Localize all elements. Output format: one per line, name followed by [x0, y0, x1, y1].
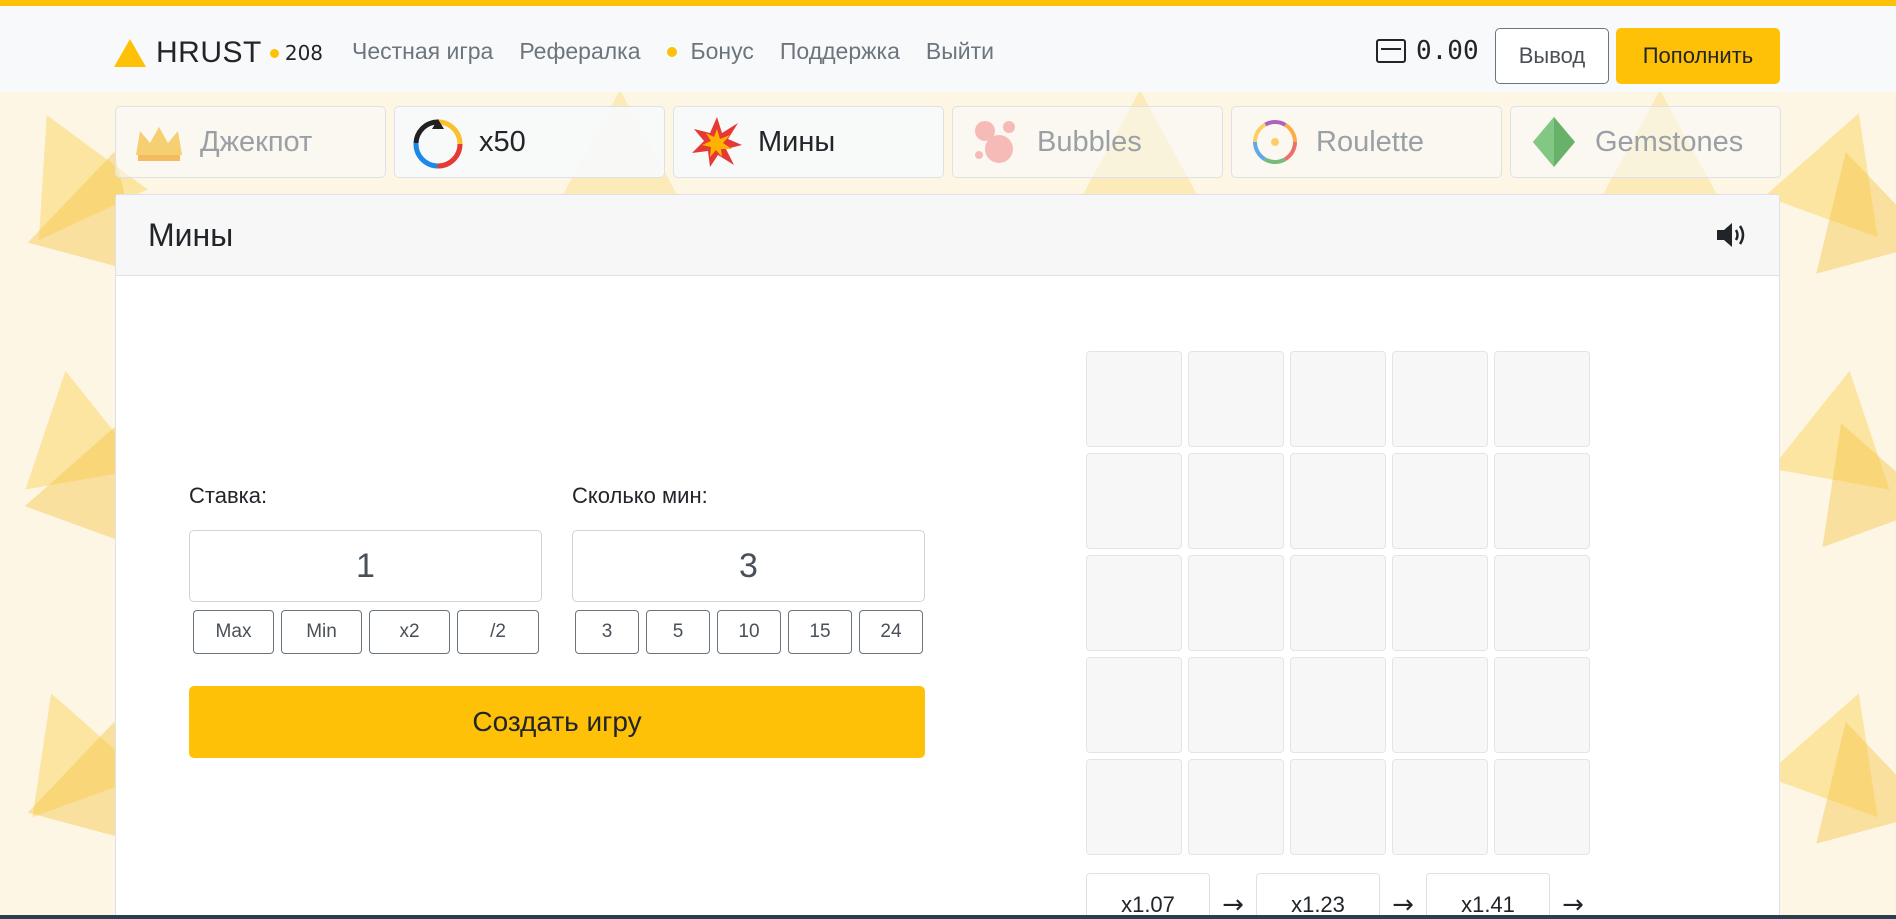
mine-cell[interactable] — [1290, 555, 1386, 651]
mines-grid — [1086, 351, 1590, 855]
logo[interactable]: HRUST 208 — [114, 36, 323, 70]
mines-preset-button[interactable]: 3 — [575, 610, 639, 654]
mines-game-panel: Мины Ставка: Max Min x2 /2 Сколько мин: … — [115, 194, 1780, 919]
mine-cell[interactable] — [1290, 453, 1386, 549]
bet-input[interactable] — [189, 530, 542, 602]
mine-cell[interactable] — [1494, 657, 1590, 753]
bet-double-button[interactable]: x2 — [369, 610, 450, 654]
tab-label: Мины — [758, 125, 836, 158]
mine-cell[interactable] — [1188, 555, 1284, 651]
tab-label: x50 — [479, 125, 526, 158]
mine-cell[interactable] — [1188, 351, 1284, 447]
tab-label: Bubbles — [1037, 125, 1142, 158]
mine-cell[interactable] — [1290, 759, 1386, 855]
crown-icon — [136, 127, 182, 161]
balance-value: 0.00 — [1416, 36, 1479, 66]
nav-label: Честная игра — [352, 38, 494, 64]
mine-cell[interactable] — [1494, 555, 1590, 651]
tab-jackpot[interactable]: Джекпот — [115, 106, 386, 178]
tab-bubbles[interactable]: Bubbles — [952, 106, 1223, 178]
nav-label: Рефералка — [519, 38, 641, 64]
mine-cell[interactable] — [1290, 351, 1386, 447]
online-count: 208 — [284, 41, 324, 65]
top-header: HRUST 208 Честная игра Рефералка Бонус П… — [0, 6, 1896, 92]
tab-roulette[interactable]: Roulette — [1231, 106, 1502, 178]
tab-mines[interactable]: Мины — [673, 106, 944, 178]
mines-preset-button[interactable]: 15 — [788, 610, 852, 654]
deposit-button[interactable]: Пополнить — [1616, 28, 1780, 84]
mine-cell[interactable] — [1086, 351, 1182, 447]
mine-cell[interactable] — [1392, 555, 1488, 651]
mine-cell[interactable] — [1086, 759, 1182, 855]
explosion-icon — [692, 117, 742, 167]
nav-label: Поддержка — [779, 38, 900, 64]
coefficient-item: x1.23 — [1256, 873, 1380, 919]
roulette-icon — [1253, 120, 1297, 164]
game-tabs: Джекпот x50 Мины Bubbles Roulette Gemsto… — [115, 106, 1781, 178]
gem-icon — [1533, 117, 1575, 167]
mines-count-label: Сколько мин: — [572, 483, 708, 508]
balance: 0.00 — [1376, 36, 1479, 66]
tab-label: Джекпот — [200, 125, 313, 158]
withdraw-button[interactable]: Вывод — [1495, 28, 1609, 84]
nav-logout[interactable]: Выйти — [926, 38, 994, 65]
nav-support[interactable]: Поддержка — [780, 38, 900, 65]
mines-preset-button[interactable]: 5 — [646, 610, 710, 654]
nav-bonus[interactable]: Бонус — [666, 38, 754, 65]
mine-cell[interactable] — [1392, 453, 1488, 549]
top-accent-line — [0, 0, 1896, 6]
bubbles-icon — [975, 121, 1015, 163]
coefficient-track: x1.07 → x1.23 → x1.41 → — [1086, 873, 1596, 919]
page-title: Мины — [148, 216, 234, 253]
bonus-dot-icon — [666, 46, 677, 57]
mine-cell[interactable] — [1188, 759, 1284, 855]
mine-cell[interactable] — [1290, 657, 1386, 753]
bet-min-button[interactable]: Min — [281, 610, 362, 654]
mine-cell[interactable] — [1392, 657, 1488, 753]
tab-label: Gemstones — [1595, 125, 1744, 158]
tab-label: Roulette — [1316, 125, 1425, 158]
sound-icon[interactable] — [1715, 221, 1747, 249]
wheel-icon — [413, 119, 463, 169]
nav-referral[interactable]: Рефералка — [519, 38, 640, 65]
tab-gemstones[interactable]: Gemstones — [1510, 106, 1781, 178]
mine-cell[interactable] — [1086, 657, 1182, 753]
mine-cell[interactable] — [1392, 351, 1488, 447]
nav-fair-game[interactable]: Честная игра — [352, 38, 493, 65]
mines-preset-button[interactable]: 24 — [859, 610, 923, 654]
panel-header: Мины — [116, 195, 1779, 276]
coefficient-item: x1.07 — [1086, 873, 1210, 919]
bottom-edge-bar — [0, 915, 1896, 919]
create-game-button[interactable]: Создать игру — [189, 686, 925, 758]
wallet-icon — [1376, 39, 1406, 63]
nav-label: Бонус — [690, 38, 754, 64]
mine-cell[interactable] — [1392, 759, 1488, 855]
online-dot-icon — [269, 48, 279, 58]
main-nav: Честная игра Рефералка Бонус Поддержка В… — [352, 38, 994, 65]
bet-label: Ставка: — [189, 483, 268, 508]
coefficient-item: x1.41 — [1426, 873, 1550, 919]
logo-triangle-icon — [114, 39, 146, 67]
mine-cell[interactable] — [1494, 453, 1590, 549]
mine-cell[interactable] — [1188, 657, 1284, 753]
brand-name: HRUST — [156, 36, 262, 69]
mine-cell[interactable] — [1086, 555, 1182, 651]
mines-preset-button[interactable]: 10 — [717, 610, 781, 654]
mine-cell[interactable] — [1494, 351, 1590, 447]
tab-x50[interactable]: x50 — [394, 106, 665, 178]
bet-max-button[interactable]: Max — [193, 610, 274, 654]
bet-half-button[interactable]: /2 — [457, 610, 539, 654]
mines-count-input[interactable] — [572, 530, 925, 602]
nav-label: Выйти — [925, 38, 994, 64]
mine-cell[interactable] — [1494, 759, 1590, 855]
mine-cell[interactable] — [1086, 453, 1182, 549]
mine-cell[interactable] — [1188, 453, 1284, 549]
